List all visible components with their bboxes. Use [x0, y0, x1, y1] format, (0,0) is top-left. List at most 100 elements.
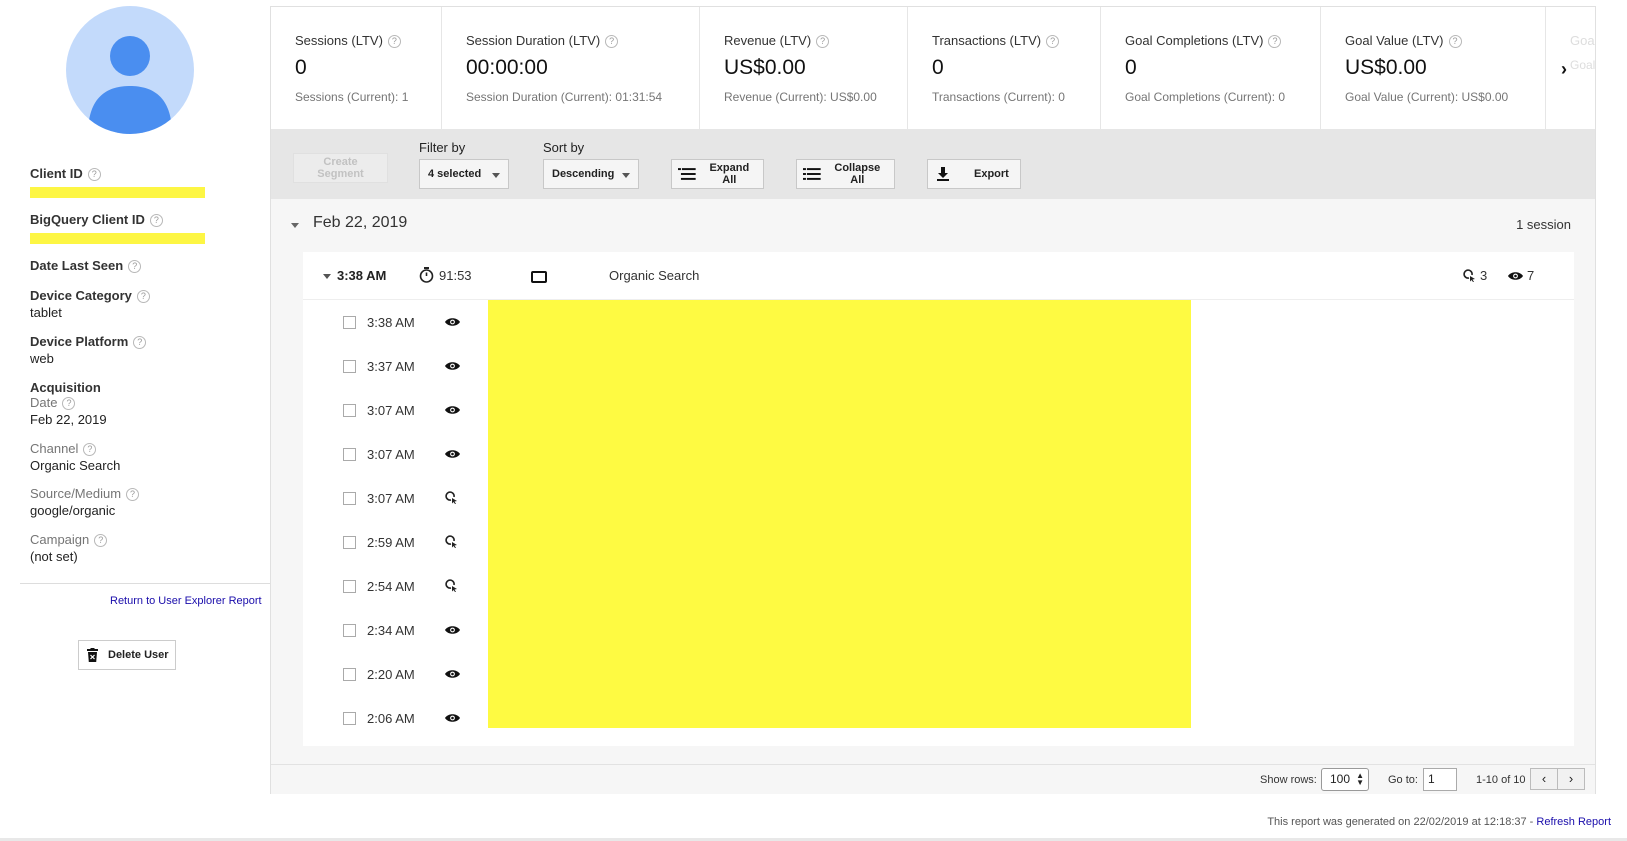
- session-goals-count: 3: [1480, 268, 1488, 283]
- export-button[interactable]: Export: [927, 159, 1021, 189]
- metric-title: Goal: [1570, 33, 1595, 48]
- collapse-list-icon: [803, 168, 821, 180]
- metric-title: Session Duration (LTV): [466, 33, 601, 48]
- help-icon[interactable]: ?: [126, 488, 140, 502]
- acq-date-label: Date: [30, 395, 58, 410]
- collapse-all-button[interactable]: Collapse All: [796, 159, 895, 189]
- goto-label: Go to:: [1388, 774, 1418, 786]
- help-icon[interactable]: ?: [149, 214, 163, 228]
- help-icon[interactable]: ?: [128, 260, 142, 274]
- collapse-all-label: Collapse All: [834, 162, 881, 186]
- hit-checkbox[interactable]: [343, 668, 356, 681]
- user-avatar: [66, 6, 194, 134]
- metric-current: Goal Value (Current): US$0.00: [1345, 90, 1509, 105]
- device-category-value: tablet: [30, 305, 62, 321]
- session-views-count: 7: [1527, 268, 1535, 283]
- pageview-eye-icon: [445, 711, 460, 726]
- metric-value: 0: [932, 56, 944, 80]
- metric-value: US$0.00: [724, 56, 806, 80]
- hit-checkbox[interactable]: [343, 448, 356, 461]
- session-duration: 91:53: [439, 268, 472, 283]
- help-icon[interactable]: ?: [136, 290, 150, 304]
- chevron-down-icon[interactable]: [291, 223, 299, 228]
- rows-per-page-select[interactable]: 100 ▲ ▼: [1321, 768, 1369, 791]
- goto-page-input[interactable]: 1: [1423, 768, 1457, 791]
- hit-checkbox[interactable]: [343, 624, 356, 637]
- chevron-down-icon: [492, 173, 500, 178]
- hit-checkbox[interactable]: [343, 580, 356, 593]
- person-icon: [88, 36, 172, 134]
- acq-date-value: Feb 22, 2019: [30, 412, 107, 428]
- help-icon[interactable]: ?: [605, 35, 619, 49]
- campaign-value: (not set): [30, 549, 78, 565]
- client-id-label: Client ID: [30, 166, 83, 181]
- filter-dropdown[interactable]: 4 selected: [419, 159, 509, 189]
- help-icon[interactable]: ?: [62, 397, 76, 411]
- help-icon[interactable]: ?: [87, 168, 101, 182]
- hit-checkbox[interactable]: [343, 316, 356, 329]
- date-group-header[interactable]: Feb 22, 2019 1 session: [271, 199, 1595, 249]
- delete-user-label: Delete User: [108, 649, 169, 661]
- goal-flag-icon: [445, 579, 458, 595]
- help-icon[interactable]: ?: [387, 35, 401, 49]
- metric-transactions: Transactions (LTV)? 0 Transactions (Curr…: [908, 7, 1101, 129]
- metrics-next-arrow-icon[interactable]: ›: [1561, 59, 1567, 80]
- create-segment-button[interactable]: Create Segment: [293, 153, 388, 183]
- return-to-user-explorer-link[interactable]: Return to User Explorer Report: [110, 595, 262, 607]
- expand-all-button[interactable]: Expand All: [671, 159, 764, 189]
- metric-current: Transactions (Current): 0: [932, 90, 1065, 105]
- date-group-label: Feb 22, 2019: [313, 214, 408, 231]
- hit-checkbox[interactable]: [343, 492, 356, 505]
- pageview-eye-icon: [445, 359, 460, 374]
- hit-time: 2:20 AM: [367, 667, 415, 682]
- metric-value: 00:00:00: [466, 56, 548, 80]
- acquisition-section: Acquisition Date? Feb 22, 2019: [30, 380, 107, 427]
- help-icon[interactable]: ?: [83, 443, 97, 457]
- metric-current: Sessions (Current): 1: [295, 90, 409, 105]
- previous-page-button[interactable]: ‹: [1530, 768, 1558, 790]
- filter-by-label: Filter by: [419, 140, 466, 155]
- hit-checkbox[interactable]: [343, 712, 356, 725]
- hit-checkbox[interactable]: [343, 536, 356, 549]
- refresh-report-link[interactable]: Refresh Report: [1536, 816, 1611, 828]
- redacted-bigquery-id: [30, 233, 205, 245]
- goal-flag-icon: [1463, 269, 1475, 282]
- session-header[interactable]: 3:38 AM 91:53 Organic Search 3 7: [303, 252, 1574, 300]
- updown-arrows-icon: ▲ ▼: [1356, 771, 1364, 787]
- device-category-field: Device Category? tablet: [30, 288, 150, 320]
- next-page-button[interactable]: ›: [1557, 768, 1585, 790]
- hit-time: 2:34 AM: [367, 623, 415, 638]
- help-icon[interactable]: ?: [1268, 35, 1282, 49]
- help-icon[interactable]: ?: [816, 35, 830, 49]
- client-id-field: Client ID?: [30, 166, 205, 199]
- help-icon[interactable]: ?: [1046, 35, 1060, 49]
- source-medium-value: google/organic: [30, 503, 116, 519]
- hit-time: 2:59 AM: [367, 535, 415, 550]
- session-card: 3:38 AM 91:53 Organic Search 3 7 3:38 AM…: [303, 252, 1574, 746]
- hit-checkbox[interactable]: [343, 360, 356, 373]
- metric-title: Revenue (LTV): [724, 33, 812, 48]
- metric-title: Goal Value (LTV): [1345, 33, 1444, 48]
- toolbar: Create Segment Filter by 4 selected Sort…: [271, 129, 1595, 199]
- chevron-down-icon: [622, 173, 630, 178]
- device-platform-field: Device Platform? web: [30, 334, 147, 366]
- channel-label: Channel: [30, 441, 79, 456]
- pagination-bar: Show rows: 100 ▲ ▼ Go to: 1 1-10 of 10 ‹ …: [271, 764, 1595, 794]
- chevron-down-icon[interactable]: [323, 274, 331, 279]
- metric-current: Goal Completions (Current): 0: [1125, 90, 1286, 105]
- hit-time: 3:07 AM: [367, 491, 415, 506]
- help-icon[interactable]: ?: [94, 534, 108, 548]
- pageview-eye-icon: [445, 447, 460, 462]
- delete-user-button[interactable]: Delete User: [78, 640, 176, 670]
- hit-time: 2:54 AM: [367, 579, 415, 594]
- date-last-seen-label: Date Last Seen: [30, 258, 124, 273]
- sort-by-label: Sort by: [543, 140, 585, 155]
- hit-time: 3:07 AM: [367, 403, 415, 418]
- user-sidebar: Client ID? BigQuery Client ID? Date Last…: [0, 0, 270, 841]
- sort-dropdown[interactable]: Descending: [543, 159, 639, 189]
- hit-time: 3:37 AM: [367, 359, 415, 374]
- hit-time: 2:06 AM: [367, 711, 415, 726]
- help-icon[interactable]: ?: [133, 336, 147, 350]
- help-icon[interactable]: ?: [1448, 35, 1462, 49]
- hit-checkbox[interactable]: [343, 404, 356, 417]
